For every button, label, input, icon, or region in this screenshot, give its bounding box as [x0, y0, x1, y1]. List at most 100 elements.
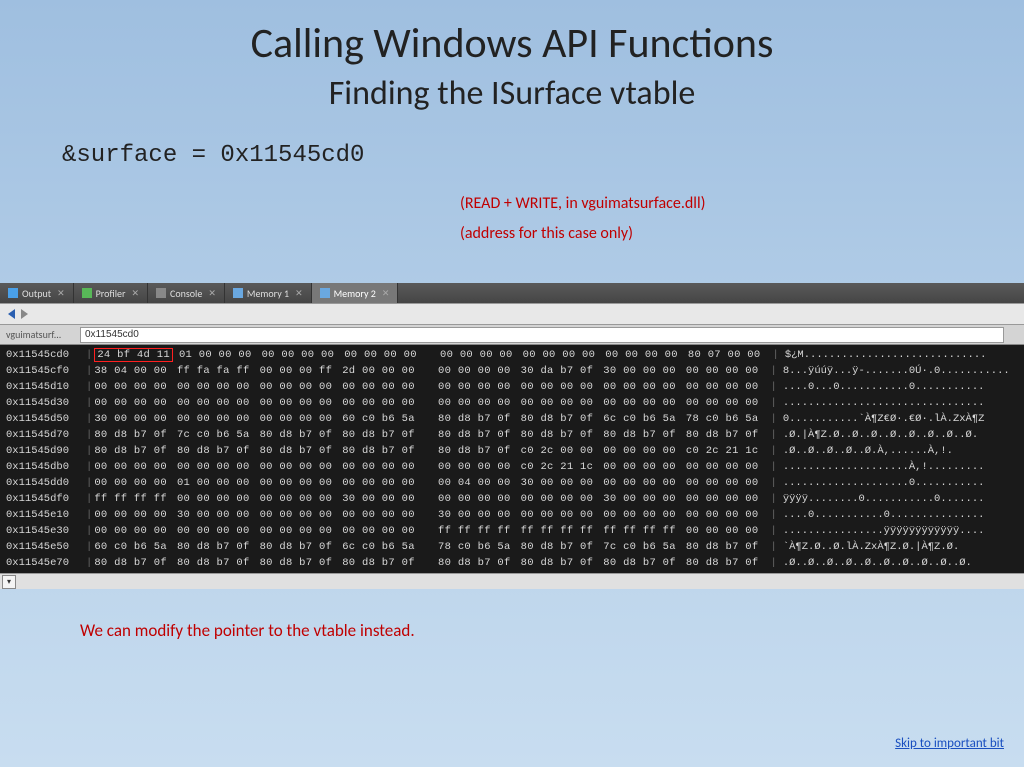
hex-bytes: 60 c0 b6 5a80 d8 b7 0f80 d8 b7 0f6c c0 b… — [94, 539, 768, 555]
hex-ascii: ....0...0...........0........... — [779, 379, 985, 395]
separator: | — [769, 539, 779, 555]
separator: | — [84, 379, 94, 395]
hex-address: 0x11545d30 — [6, 395, 84, 411]
address-input[interactable] — [80, 327, 1004, 343]
hex-row[interactable]: 0x11545d70|80 d8 b7 0f7c c0 b6 5a80 d8 b… — [0, 427, 1024, 443]
hex-row[interactable]: 0x11545e70|80 d8 b7 0f80 d8 b7 0f80 d8 b… — [0, 555, 1024, 571]
separator: | — [769, 443, 779, 459]
hex-row[interactable]: 0x11545e30|00 00 00 0000 00 00 0000 00 0… — [0, 523, 1024, 539]
hex-address: 0x11545d10 — [6, 379, 84, 395]
tab-bar: Output✕Profiler✕Console✕Memory 1✕Memory … — [0, 283, 1024, 303]
tab-profiler[interactable]: Profiler ✕ — [74, 283, 148, 303]
close-icon[interactable]: ✕ — [57, 288, 65, 299]
tab-memory-2[interactable]: Memory 2 ✕ — [312, 283, 399, 303]
console-icon — [156, 288, 166, 298]
hex-bytes: 00 00 00 0001 00 00 0000 00 00 0000 00 0… — [94, 475, 768, 491]
code-expression: &surface = 0x11545cd0 — [62, 142, 1024, 169]
output-icon — [8, 288, 18, 298]
separator: | — [84, 555, 94, 571]
hex-address: 0x11545db0 — [6, 459, 84, 475]
skip-link[interactable]: Skip to important bit — [895, 736, 1004, 751]
debugger-panel: Output✕Profiler✕Console✕Memory 1✕Memory … — [0, 283, 1024, 589]
address-label: vguimatsurf... — [0, 328, 80, 341]
hex-ascii: ....................0........... — [779, 475, 985, 491]
tab-console[interactable]: Console ✕ — [148, 283, 225, 303]
separator: | — [769, 395, 779, 411]
tab-output[interactable]: Output✕ — [0, 283, 74, 303]
nav-back-icon[interactable] — [8, 309, 15, 319]
hex-row[interactable]: 0x11545d10|00 00 00 0000 00 00 0000 00 0… — [0, 379, 1024, 395]
hex-address: 0x11545df0 — [6, 491, 84, 507]
hex-row[interactable]: 0x11545e50|60 c0 b6 5a80 d8 b7 0f80 d8 b… — [0, 539, 1024, 555]
separator: | — [769, 475, 779, 491]
hex-bytes: 00 00 00 0000 00 00 0000 00 00 0000 00 0… — [94, 395, 768, 411]
hex-ascii: 0...........`À¶Z€Ø·.€Ø·.lÀ.ZxÀ¶Z — [779, 411, 985, 427]
close-icon[interactable]: ✕ — [295, 288, 303, 299]
separator: | — [769, 555, 779, 571]
hex-ascii: `À¶Z.Ø..Ø.lÀ.ZxÀ¶Z.Ø.|À¶Z.Ø. — [779, 539, 959, 555]
hex-bytes: 00 00 00 0000 00 00 0000 00 00 0000 00 0… — [94, 459, 768, 475]
hex-ascii: 8...ÿúúÿ...ÿ-.......0Ú·.0........... — [779, 363, 1010, 379]
hex-bytes: 24 bf 4d 1101 00 00 0000 00 00 0000 00 0… — [94, 347, 770, 363]
hex-row[interactable]: 0x11545df0|ff ff ff ff00 00 00 0000 00 0… — [0, 491, 1024, 507]
separator: | — [84, 395, 94, 411]
separator: | — [769, 363, 779, 379]
hex-ascii: ÿÿÿÿ........0...........0....... — [779, 491, 985, 507]
separator: | — [769, 427, 779, 443]
separator: | — [84, 411, 94, 427]
separator: | — [769, 491, 779, 507]
separator: | — [84, 539, 94, 555]
close-icon[interactable]: ✕ — [382, 288, 390, 299]
tab-memory-1[interactable]: Memory 1✕ — [225, 283, 312, 303]
hex-bytes: 80 d8 b7 0f7c c0 b6 5a80 d8 b7 0f80 d8 b… — [94, 427, 768, 443]
separator: | — [84, 427, 94, 443]
tab-label: Profiler — [96, 287, 126, 300]
footnote: We can modify the pointer to the vtable … — [80, 620, 415, 641]
separator: | — [769, 411, 779, 427]
close-icon[interactable]: ✕ — [131, 288, 139, 299]
slide-title-sub: Finding the ISurface vtable — [0, 73, 1024, 114]
hex-row[interactable]: 0x11545d30|00 00 00 0000 00 00 0000 00 0… — [0, 395, 1024, 411]
hex-ascii: ....................À,!......... — [779, 459, 985, 475]
hex-address: 0x11545cf0 — [6, 363, 84, 379]
address-bar: vguimatsurf... — [0, 325, 1024, 345]
memory-icon — [233, 288, 243, 298]
separator: | — [769, 379, 779, 395]
separator: | — [769, 523, 779, 539]
hex-bytes: 80 d8 b7 0f80 d8 b7 0f80 d8 b7 0f80 d8 b… — [94, 555, 768, 571]
separator: | — [84, 443, 94, 459]
separator: | — [84, 475, 94, 491]
slide-title-main: Calling Windows API Functions — [0, 0, 1024, 69]
tab-label: Console — [170, 287, 202, 300]
hex-row[interactable]: 0x11545cf0 |38 04 00 00ff fa fa ff00 00 0… — [0, 363, 1024, 379]
separator: | — [769, 507, 779, 523]
hex-bytes: 00 00 00 0000 00 00 0000 00 00 0000 00 0… — [94, 523, 768, 539]
hex-row[interactable]: 0x11545cd0|24 bf 4d 1101 00 00 0000 00 0… — [0, 347, 1024, 363]
close-icon[interactable]: ✕ — [208, 288, 216, 299]
hex-row[interactable]: 0x11545d50|30 00 00 0000 00 00 0000 00 0… — [0, 411, 1024, 427]
nav-forward-icon[interactable] — [21, 309, 28, 319]
hex-address: 0x11545d70 — [6, 427, 84, 443]
separator: | — [84, 459, 94, 475]
scroll-collapse-icon[interactable]: ▾ — [2, 575, 16, 589]
memory-icon — [320, 288, 330, 298]
hex-ascii: .Ø..Ø..Ø..Ø..Ø..Ø..Ø..Ø..Ø..Ø. — [779, 555, 972, 571]
tab-label: Memory 2 — [334, 287, 376, 300]
hex-row[interactable]: 0x11545d90|80 d8 b7 0f80 d8 b7 0f80 d8 b… — [0, 443, 1024, 459]
separator: | — [84, 347, 94, 363]
hex-bytes: 00 00 00 0000 00 00 0000 00 00 0000 00 0… — [94, 379, 768, 395]
hex-address: 0x11545cd0 — [6, 347, 84, 363]
hex-row[interactable]: 0x11545db0|00 00 00 0000 00 00 0000 00 0… — [0, 459, 1024, 475]
hex-view: 0x11545cd0|24 bf 4d 1101 00 00 0000 00 0… — [0, 345, 1024, 573]
hex-address: 0x11545dd0 — [6, 475, 84, 491]
hex-bytes: 38 04 00 00ff fa fa ff00 00 00 ff2d 00 0… — [94, 363, 768, 379]
scrollbar[interactable]: ▾ — [0, 573, 1024, 589]
note-case: (address for this case only) — [460, 224, 633, 243]
profiler-icon — [82, 288, 92, 298]
hex-row[interactable]: 0x11545e10|00 00 00 0030 00 00 0000 00 0… — [0, 507, 1024, 523]
nav-bar — [0, 303, 1024, 325]
hex-ascii: ................ÿÿÿÿÿÿÿÿÿÿÿÿ.... — [779, 523, 985, 539]
hex-row[interactable]: 0x11545dd0|00 00 00 0001 00 00 0000 00 0… — [0, 475, 1024, 491]
hex-ascii: $¿M............................. — [781, 347, 987, 363]
separator: | — [84, 523, 94, 539]
